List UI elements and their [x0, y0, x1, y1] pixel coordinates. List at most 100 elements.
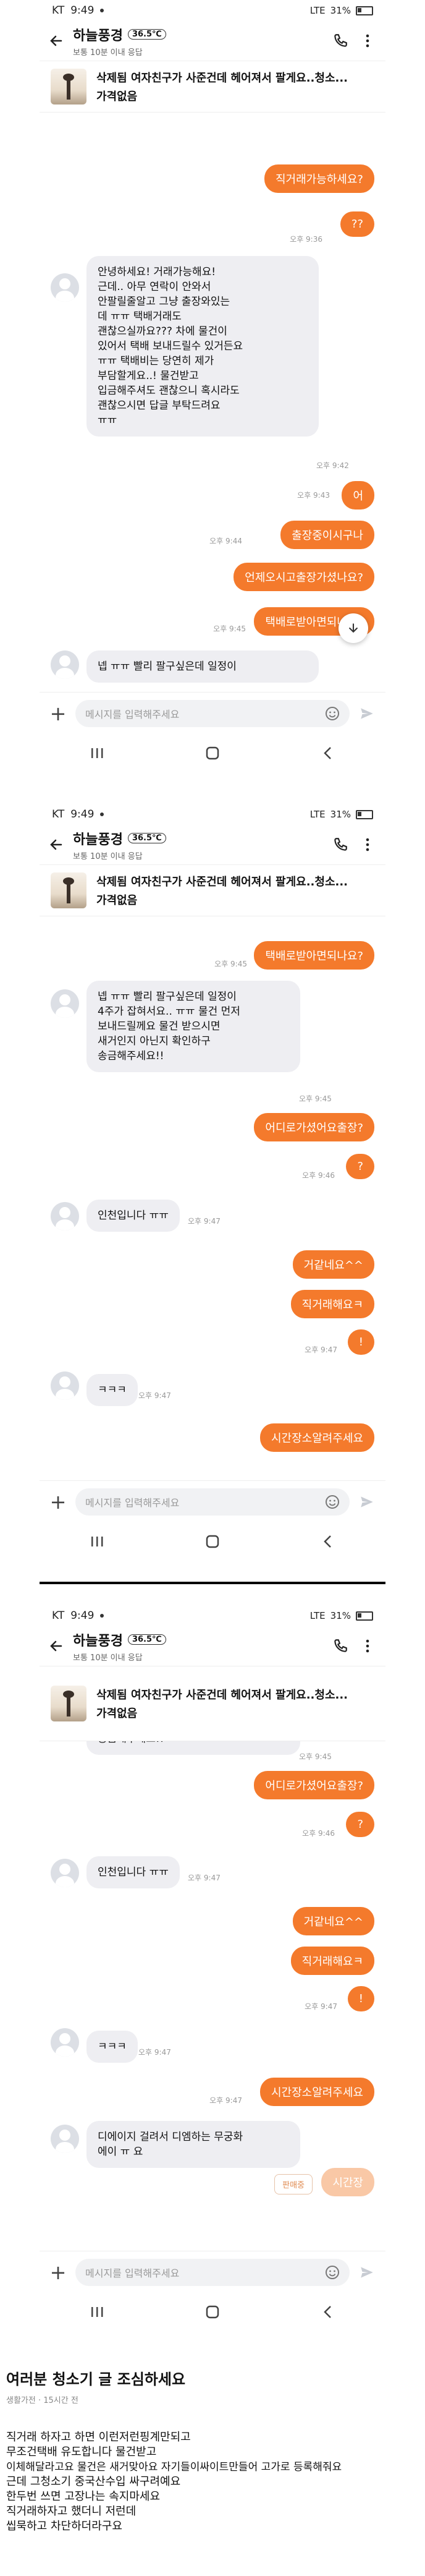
- attach-plus-icon[interactable]: +: [48, 702, 68, 725]
- avatar: [51, 1859, 79, 1887]
- message-time: 오후 9:47: [188, 1217, 221, 1226]
- emoji-icon[interactable]: [325, 706, 340, 721]
- send-icon[interactable]: [357, 1492, 377, 1512]
- phone-icon[interactable]: [331, 1637, 350, 1655]
- emoji-icon[interactable]: [325, 2265, 340, 2280]
- notification-dot-icon: [100, 9, 104, 12]
- product-card[interactable]: 삭제됨 여자친구가 사준건데 헤어져서 팔게요..청소... 가격없음: [40, 864, 385, 916]
- message-outgoing: 택배로받아면되나요?: [254, 941, 374, 970]
- message-outgoing: 어디로가셨어요출장?: [254, 1771, 374, 1799]
- partner-name[interactable]: 하늘풍경: [73, 25, 123, 45]
- message-input[interactable]: 메시지를 입력해주세요: [75, 700, 350, 727]
- chat-screen-1: KT 9:49 LTE 31% 하늘풍경 36.5℃ 보통 10분 이내 응답: [40, 0, 385, 782]
- screenshot-divider: [40, 1582, 385, 1584]
- emoji-icon[interactable]: [325, 1495, 340, 1509]
- message-time: 오후 9:47: [188, 1874, 221, 1882]
- more-options-icon[interactable]: [358, 835, 377, 854]
- message-list[interactable]: 택배로받아면되나요? 오후 9:45 넵 ㅠㅠ 빨리 팔구싶은데 일정이 4주가…: [40, 916, 385, 1480]
- message-outgoing: 언제오시고출장가셨나요?: [234, 563, 374, 591]
- manner-temperature-badge: 36.5℃: [127, 29, 166, 40]
- message-incoming: 안녕하세요! 거래가능해요! 근데.. 아무 연락이 안와서 안팔릴줄알고 그냥…: [86, 256, 319, 437]
- message-outgoing: 출장중이시구나: [280, 521, 374, 549]
- home-icon[interactable]: [205, 2305, 220, 2319]
- chat-screen-2: KT 9:49 LTE 31% 하늘풍경 36.5℃ 보통 10분 이내 응답: [40, 804, 385, 1571]
- partner-name[interactable]: 하늘풍경: [73, 1630, 123, 1650]
- message-outgoing: 거같네요^^: [292, 1250, 374, 1279]
- scroll-to-bottom-button[interactable]: [339, 613, 368, 643]
- message-time: 오후 9:46: [302, 1829, 335, 1838]
- avatar: [51, 650, 79, 679]
- message-outgoing: 시간장소알려주세요: [259, 1423, 374, 1452]
- manner-temperature-badge: 36.5℃: [127, 1634, 166, 1645]
- message-incoming: 인천입니다 ㅠㅠ: [86, 1856, 180, 1888]
- message-time: 오후 9:47: [138, 2048, 171, 2057]
- system-back-icon[interactable]: [321, 746, 335, 761]
- post-line: 한두번 쓰면 고장나는 속지마세요: [6, 2490, 161, 2503]
- message-input[interactable]: 메시지를 입력해주세요: [75, 1488, 350, 1516]
- clock: 9:49: [70, 4, 95, 17]
- message-outgoing: 직거래가능하세요?: [264, 164, 374, 193]
- product-title: 삭제됨 여자친구가 사준건데 헤어져서 팔게요..청소...: [96, 1689, 348, 1702]
- post-title: 여러분 청소기 글 조심하세요: [6, 2371, 186, 2388]
- post-line: 직거래하자고 했더니 저런데: [6, 2505, 137, 2518]
- message-incoming: 인천입니다 ㅠㅠ: [86, 1200, 180, 1232]
- message-time: 오후 9:42: [316, 461, 349, 470]
- message-outgoing: 직거래해요ㅋ: [290, 1290, 374, 1318]
- message-outgoing: !: [347, 1329, 374, 1355]
- avatar: [51, 273, 79, 302]
- message-outgoing: ??: [340, 211, 374, 237]
- battery-level: 31%: [330, 809, 351, 820]
- system-back-icon[interactable]: [321, 1534, 335, 1549]
- avatar: [51, 1371, 79, 1400]
- recent-apps-icon[interactable]: [90, 1535, 104, 1548]
- partner-name[interactable]: 하늘풍경: [73, 829, 123, 848]
- send-icon[interactable]: [357, 2263, 377, 2282]
- message-incoming: ㅋㅋㅋ: [86, 2031, 138, 2063]
- product-card[interactable]: 삭제됨 여자친구가 사준건데 헤어져서 팔게요..청소... 가격없음: [40, 1666, 385, 1741]
- message-list[interactable]: 직거래가능하세요? ?? 오후 9:36 안녕하세요! 거래가능해요! 근데..…: [40, 113, 385, 692]
- message-input-bar: + 메시지를 입력해주세요: [40, 1480, 385, 1523]
- phone-icon[interactable]: [331, 835, 350, 854]
- attach-plus-icon[interactable]: +: [48, 1490, 68, 1514]
- attach-plus-icon[interactable]: +: [48, 2261, 68, 2284]
- back-arrow-icon[interactable]: [48, 837, 64, 853]
- message-incoming: 송금해주세요!!: [86, 1741, 300, 1755]
- message-input[interactable]: 메시지를 입력해주세요: [75, 2259, 350, 2286]
- system-nav-bar: [40, 735, 385, 772]
- message-time: 오후 9:47: [305, 1346, 337, 1354]
- post-line: 직거래 하자고 하면 이런저런핑계만되고: [6, 2431, 191, 2444]
- post-line: 무조건택배 유도합니다 물건받고: [6, 2446, 157, 2459]
- product-thumbnail: [51, 69, 86, 104]
- back-arrow-icon[interactable]: [48, 1638, 64, 1654]
- message-time: 오후 9:45: [299, 1752, 332, 1761]
- message-outgoing: 어: [342, 481, 374, 510]
- carrier: KT: [52, 808, 65, 821]
- more-options-icon[interactable]: [358, 1637, 377, 1655]
- home-icon[interactable]: [205, 1534, 220, 1549]
- message-time: 오후 9:47: [138, 1391, 171, 1400]
- response-time: 보통 10분 이내 응답: [73, 1653, 143, 1663]
- network-label: LTE: [309, 5, 326, 16]
- more-options-icon[interactable]: [358, 32, 377, 50]
- send-icon[interactable]: [357, 704, 377, 723]
- manner-temperature-badge: 36.5℃: [127, 833, 166, 843]
- post-body: 직거래 하자고 하면 이런저런핑계만되고 무조건택배 유도합니다 물건받고 이체…: [6, 2430, 419, 2534]
- community-post: 여러분 청소기 글 조심하세요 생활가전 · 15시간 전 직거래 하자고 하면…: [6, 2367, 419, 2534]
- avatar: [51, 2125, 79, 2153]
- home-icon[interactable]: [205, 746, 220, 761]
- response-time: 보통 10분 이내 응답: [73, 851, 143, 861]
- product-card[interactable]: 삭제됨 여자친구가 사준건데 헤어져서 팔게요..청소... 가격없음: [40, 61, 385, 113]
- carrier: KT: [52, 4, 65, 17]
- phone-icon[interactable]: [331, 32, 350, 50]
- back-arrow-icon[interactable]: [48, 33, 64, 49]
- recent-apps-icon[interactable]: [90, 2306, 104, 2318]
- recent-apps-icon[interactable]: [90, 747, 104, 759]
- message-input-bar: + 메시지를 입력해주세요: [40, 2251, 385, 2293]
- system-back-icon[interactable]: [321, 2305, 335, 2319]
- post-meta: 생활가전 · 15시간 전: [6, 2396, 78, 2405]
- message-list[interactable]: 송금해주세요!! 오후 9:45 어디로가셨어요출장? ? 오후 9:46 인천…: [40, 1741, 385, 2251]
- post-line: 근데 그청소기 중국산수입 싸구려예요: [6, 2475, 181, 2488]
- product-thumbnail: [51, 1686, 86, 1721]
- battery-icon: [356, 6, 373, 15]
- battery-level: 31%: [330, 1610, 351, 1621]
